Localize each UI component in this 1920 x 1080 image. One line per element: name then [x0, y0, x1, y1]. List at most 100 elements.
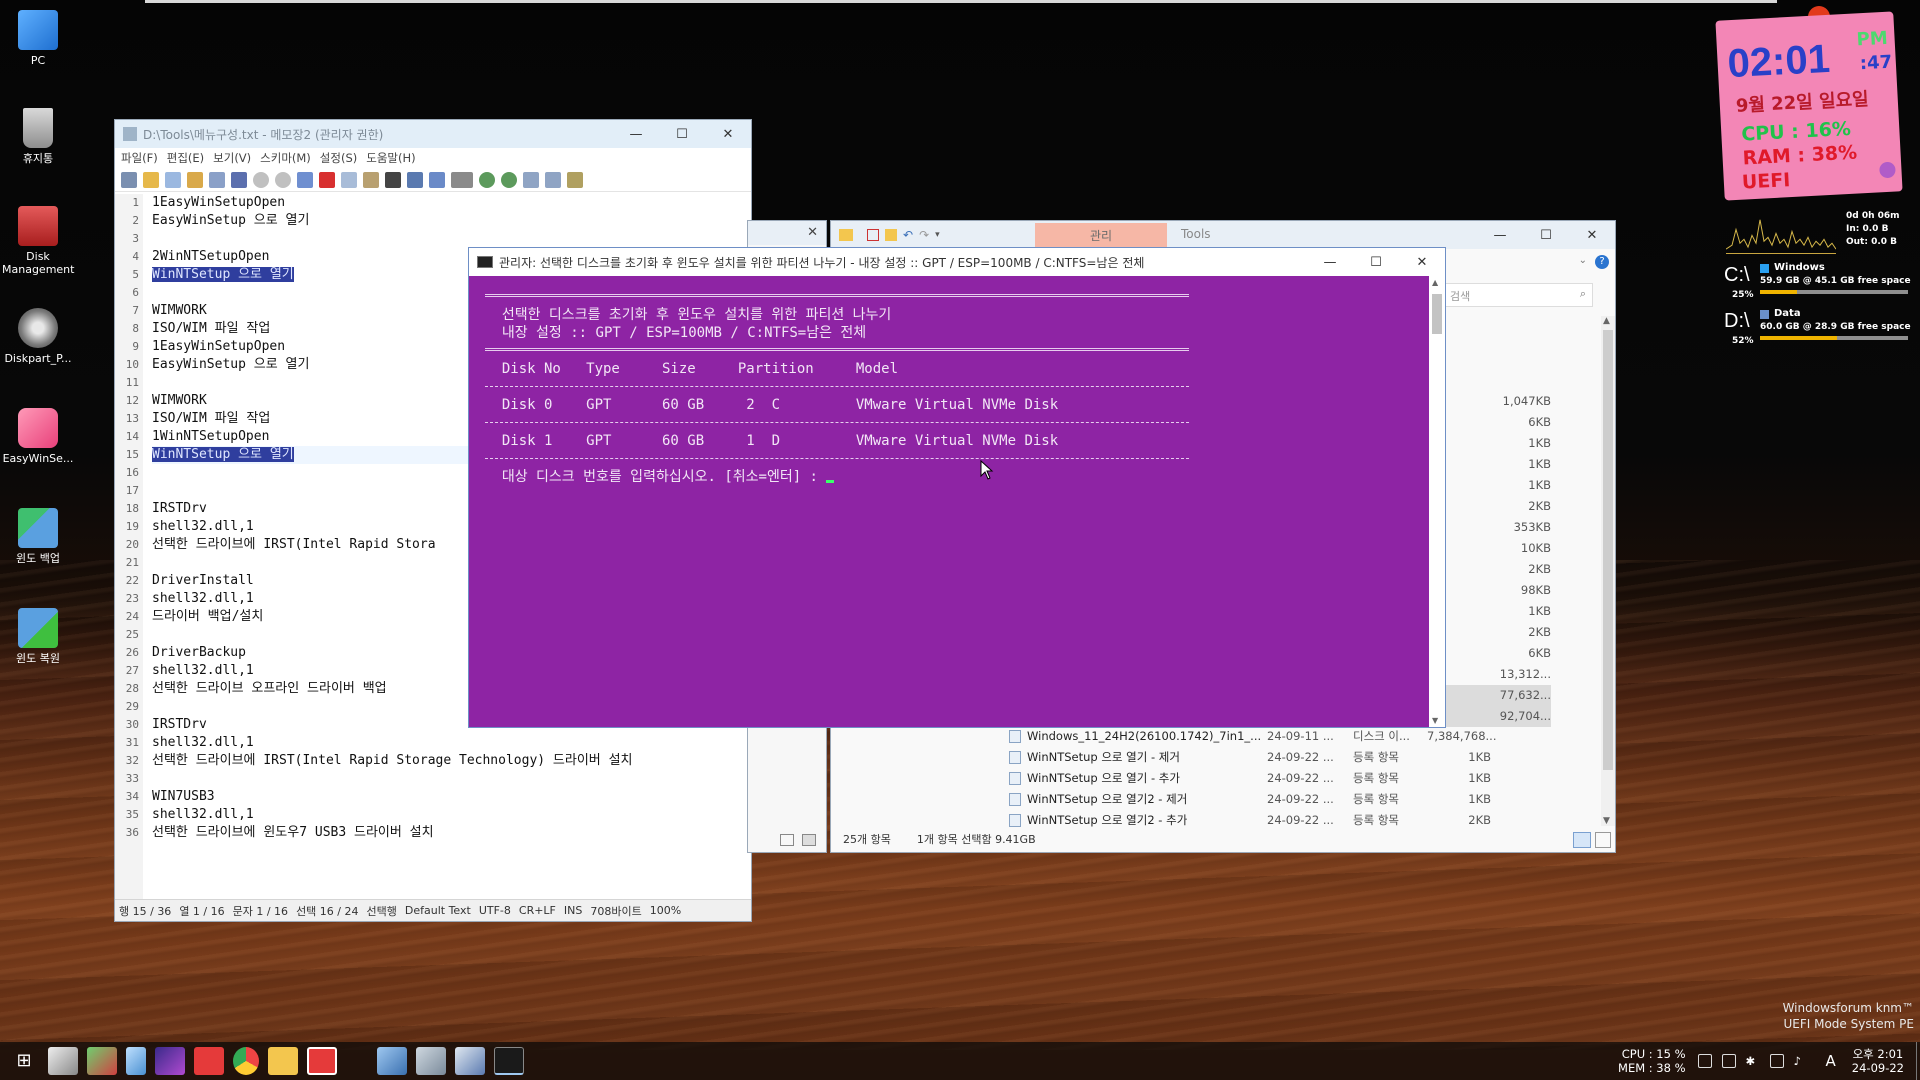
taskbar-app-notepad-icon[interactable]	[416, 1047, 446, 1075]
delete-icon[interactable]	[319, 171, 335, 188]
status-zoom[interactable]: 100%	[650, 904, 681, 917]
zoom-in-icon[interactable]	[479, 171, 495, 188]
scroll-thumb[interactable]	[1603, 330, 1613, 770]
open-folder-icon[interactable]	[143, 171, 159, 188]
new-folder-icon[interactable]	[885, 229, 897, 241]
close-icon[interactable]: ✕	[807, 225, 818, 240]
desktop-icon-window-restore[interactable]: 윈도 복원	[2, 608, 74, 665]
tab-manage[interactable]: 관리	[1035, 223, 1167, 247]
properties-icon[interactable]	[867, 229, 879, 241]
close-button[interactable]: ✕	[1569, 221, 1615, 249]
scroll-down-icon[interactable]: ▼	[1432, 716, 1438, 725]
scroll-thumb[interactable]	[1432, 294, 1442, 334]
text-line[interactable]	[152, 230, 751, 248]
redo-icon[interactable]: ↷	[919, 228, 929, 242]
file-row[interactable]: WinNTSetup 으로 열기 - 추가 24-09-22 ... 등록 항목 1K…	[1009, 768, 1549, 789]
text-line[interactable]: 선택한 드라이브에 IRST(Intel Rapid Storage Techn…	[152, 752, 751, 770]
taskbar-app-explorer-icon[interactable]	[268, 1047, 298, 1075]
copy-icon[interactable]	[341, 171, 357, 188]
taskbar-app-power-icon[interactable]	[307, 1047, 337, 1075]
desktop-icon-diskpart[interactable]: Diskpart_P...	[2, 308, 74, 365]
new-file-icon[interactable]	[121, 171, 137, 188]
taskbar-app-chrome-icon[interactable]	[233, 1047, 259, 1075]
large-icons-view-icon[interactable]	[802, 834, 816, 846]
help-icon[interactable]: ?	[1595, 255, 1609, 269]
taskbar-clock[interactable]: 오후 2:01 24-09-22	[1852, 1047, 1904, 1075]
widget-settings-icon[interactable]	[1879, 161, 1896, 179]
notepad-titlebar[interactable]: D:\Tools\메뉴구성.txt - 메모장2 (관리자 권한) — ☐ ✕	[115, 120, 751, 148]
desktop-icon-disk-management[interactable]: Disk Management	[2, 206, 74, 276]
find-icon[interactable]	[385, 171, 401, 188]
cut-icon[interactable]	[297, 171, 313, 188]
undo-icon[interactable]: ↶	[903, 228, 913, 242]
minimize-button[interactable]: —	[1477, 221, 1523, 249]
taskbar-app-window-icon[interactable]	[455, 1047, 485, 1075]
background-window-titlebar[interactable]: ✕	[748, 221, 826, 245]
tray-bluetooth-icon[interactable]: ✱	[1746, 1054, 1760, 1068]
menu-view[interactable]: 보기(V)	[213, 150, 260, 166]
status-scheme[interactable]: Default Text	[405, 904, 471, 917]
new-document-icon[interactable]	[165, 171, 181, 188]
show-desktop-button[interactable]	[1916, 1042, 1920, 1080]
minimize-button[interactable]: —	[1307, 248, 1353, 276]
scroll-up-icon[interactable]: ▲	[1603, 316, 1610, 326]
tray-volume-icon[interactable]: ♪	[1794, 1054, 1808, 1068]
exit-icon[interactable]	[567, 171, 583, 188]
menu-file[interactable]: 파일(F)	[121, 150, 167, 166]
console-scrollbar[interactable]: ▲ ▼	[1429, 276, 1445, 727]
paste-icon[interactable]	[363, 171, 379, 188]
maximize-button[interactable]: ☐	[1523, 221, 1569, 249]
settings-icon[interactable]	[545, 171, 561, 188]
console-output[interactable]: 선택한 디스크를 초기화 후 윈도우 설치를 위한 파티션 나누기 내장 설정 …	[469, 276, 1429, 727]
taskbar-app-desktop-icon[interactable]	[377, 1047, 407, 1075]
menu-settings[interactable]: 설정(S)	[320, 150, 366, 166]
file-row[interactable]: WinNTSetup 으로 열기 - 제거 24-09-22 ... 등록 항목 1K…	[1009, 747, 1549, 768]
tray-app-icon[interactable]	[1697, 1054, 1712, 1068]
replace-icon[interactable]	[407, 171, 423, 188]
text-line[interactable]: EasyWinSetup 으로 열기	[152, 212, 751, 230]
minimize-button[interactable]: —	[613, 120, 659, 148]
quick-access-dropdown-icon[interactable]: ▾	[935, 230, 940, 240]
file-row[interactable]: WinNTSetup 으로 열기2 - 제거 24-09-22 ... 등록 항목 1…	[1009, 789, 1549, 810]
save-as-icon[interactable]	[209, 171, 225, 188]
word-wrap-icon[interactable]	[429, 171, 445, 188]
redo-icon[interactable]	[275, 171, 291, 188]
close-button[interactable]: ✕	[1399, 248, 1445, 276]
text-line[interactable]: 1EasyWinSetupOpen	[152, 194, 751, 212]
menu-schema[interactable]: 스키마(M)	[260, 150, 320, 166]
console-titlebar[interactable]: 관리자: 선택한 디스크를 초기화 후 윈도우 설치를 위한 파티션 나누기 -…	[469, 248, 1445, 276]
close-button[interactable]: ✕	[705, 120, 751, 148]
taskbar-app-media-icon[interactable]	[155, 1047, 185, 1075]
undo-icon[interactable]	[253, 171, 269, 188]
taskbar-app-file-icon[interactable]	[126, 1047, 146, 1075]
file-row[interactable]: Windows_11_24H2(26100.1742)_7in1_... 24-0…	[1009, 726, 1549, 747]
large-icons-view-icon[interactable]	[1595, 832, 1611, 848]
maximize-button[interactable]: ☐	[659, 120, 705, 148]
explorer-titlebar[interactable]: ↶ ↷ ▾ 관리 Tools — ☐ ✕	[831, 221, 1615, 249]
clock-widget[interactable]: PM 02:01 :47 9월 22일 일요일 CPU : 16% RAM : …	[1715, 11, 1903, 201]
menu-edit[interactable]: 편집(E)	[167, 150, 213, 166]
text-line[interactable]: WIN7USB3	[152, 788, 751, 806]
text-line[interactable]: shell32.dll,1	[152, 734, 751, 752]
details-view-icon[interactable]	[1573, 832, 1591, 848]
file-row[interactable]: WinNTSetup 으로 열기2 - 추가 24-09-22 ... 등록 항목 2…	[1009, 810, 1549, 831]
search-box[interactable]: 검색 ⌕	[1443, 283, 1593, 307]
console-prompt[interactable]: 대상 디스크 번호를 입력하십시오. [취소=엔터] :	[485, 468, 1429, 486]
tray-ime-indicator[interactable]: A	[1826, 1052, 1836, 1070]
scroll-down-icon[interactable]: ▼	[1603, 816, 1610, 826]
ribbon-expand-icon[interactable]: ⌄	[1579, 255, 1587, 266]
menu-help[interactable]: 도움말(H)	[366, 150, 424, 166]
taskbar-app-console-icon[interactable]	[494, 1047, 524, 1075]
details-view-icon[interactable]	[780, 834, 794, 846]
list-icon[interactable]	[451, 171, 473, 188]
scroll-up-icon[interactable]: ▲	[1432, 278, 1438, 287]
taskbar-app-tools-icon[interactable]	[48, 1047, 78, 1075]
desktop-icon-recycle-bin[interactable]: 휴지통	[2, 108, 74, 165]
text-line[interactable]	[152, 770, 751, 788]
taskbar-app-network-icon[interactable]	[87, 1047, 117, 1075]
tray-usb-icon[interactable]	[1769, 1054, 1784, 1068]
save-icon[interactable]	[231, 171, 247, 188]
zoom-out-icon[interactable]	[501, 171, 517, 188]
status-ins[interactable]: INS	[564, 904, 582, 917]
desktop-icon-pc[interactable]: PC	[2, 10, 74, 67]
